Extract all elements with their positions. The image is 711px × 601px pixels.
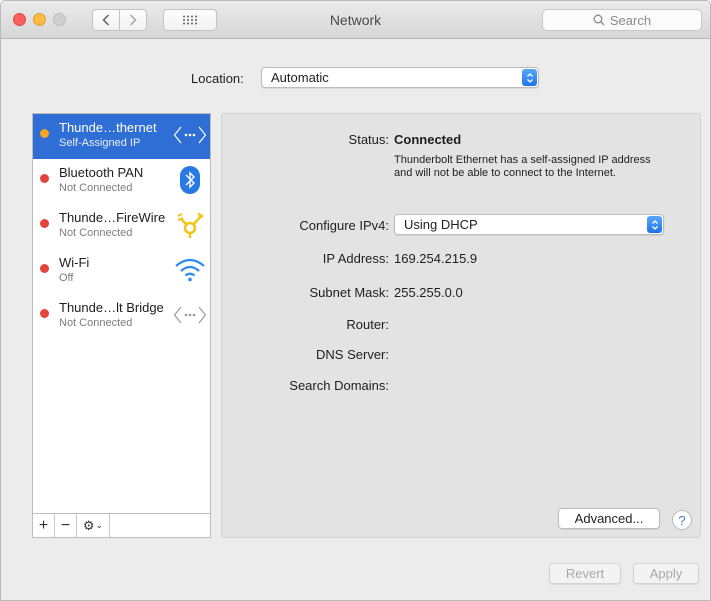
service-item-thunderbolt-bridge[interactable]: Thunde…lt Bridge Not Connected bbox=[33, 294, 210, 339]
apply-button[interactable]: Apply bbox=[633, 563, 699, 584]
service-name: Bluetooth PAN bbox=[59, 165, 144, 180]
title-bar: Network Search bbox=[1, 1, 710, 39]
action-menu-button[interactable]: ⚙ ⌄ bbox=[77, 514, 110, 537]
service-status: Not Connected bbox=[59, 317, 133, 329]
popup-arrows-icon bbox=[647, 216, 662, 233]
status-dot-icon bbox=[40, 219, 49, 228]
service-name: Wi-Fi bbox=[59, 255, 90, 270]
status-dot-icon bbox=[40, 309, 49, 318]
service-name: Thunde…FireWire bbox=[59, 210, 166, 225]
service-detail-pane: Status: Connected Thunderbolt Ethernet h… bbox=[221, 113, 701, 538]
bluetooth-icon bbox=[173, 165, 207, 195]
ip-address-label: IP Address: bbox=[322, 251, 389, 266]
ethernet-icon bbox=[173, 120, 207, 150]
service-list: Thunde…thernet Self-Assigned IP Bluetoot… bbox=[32, 113, 211, 514]
forward-button[interactable] bbox=[119, 9, 147, 31]
help-button[interactable]: ? bbox=[672, 510, 692, 530]
back-button[interactable] bbox=[92, 9, 120, 31]
firewire-icon bbox=[173, 210, 207, 240]
ip-address-value: 169.254.215.9 bbox=[394, 251, 478, 266]
search-field[interactable]: Search bbox=[542, 9, 702, 31]
service-status: Not Connected bbox=[59, 227, 133, 239]
service-status: Not Connected bbox=[59, 182, 133, 194]
search-icon bbox=[593, 14, 605, 26]
popup-arrows-icon bbox=[522, 69, 537, 86]
configure-ipv4-label: Configure IPv4: bbox=[299, 218, 389, 233]
search-placeholder: Search bbox=[609, 12, 652, 28]
chevron-left-icon bbox=[102, 14, 110, 26]
service-name: Thunde…thernet bbox=[59, 120, 157, 135]
configure-ipv4-value: Using DHCP bbox=[404, 217, 478, 232]
service-item-bluetooth-pan[interactable]: Bluetooth PAN Not Connected bbox=[33, 159, 210, 204]
status-dot-icon bbox=[40, 264, 49, 273]
location-label: Location: bbox=[191, 71, 244, 86]
service-name: Thunde…lt Bridge bbox=[59, 300, 164, 315]
subnet-mask-label: Subnet Mask: bbox=[309, 285, 390, 300]
add-service-button[interactable]: + bbox=[33, 514, 55, 537]
service-item-wifi[interactable]: Wi-Fi Off bbox=[33, 249, 210, 294]
show-all-button[interactable] bbox=[163, 9, 217, 31]
grid-icon bbox=[183, 15, 197, 25]
minimize-window-button[interactable] bbox=[33, 13, 46, 26]
router-label: Router: bbox=[346, 317, 389, 332]
bridge-icon bbox=[173, 300, 207, 330]
service-item-thunderbolt-firewire[interactable]: Thunde…FireWire Not Connected bbox=[33, 204, 210, 249]
service-status: Self-Assigned IP bbox=[59, 137, 141, 149]
location-value: Automatic bbox=[271, 70, 329, 85]
status-dot-icon bbox=[40, 129, 49, 138]
zoom-window-button[interactable] bbox=[53, 13, 66, 26]
chevron-right-icon bbox=[129, 14, 137, 26]
remove-service-button[interactable]: − bbox=[55, 514, 77, 537]
chevron-down-icon: ⌄ bbox=[95, 520, 104, 530]
location-popup[interactable]: Automatic bbox=[261, 67, 539, 88]
wifi-icon bbox=[173, 255, 207, 285]
close-window-button[interactable] bbox=[13, 13, 26, 26]
advanced-button[interactable]: Advanced... bbox=[558, 508, 660, 529]
gear-icon: ⚙ bbox=[82, 517, 95, 533]
service-list-toolbar: + − ⚙ ⌄ bbox=[32, 514, 211, 538]
status-label: Status: bbox=[348, 132, 389, 147]
configure-ipv4-popup[interactable]: Using DHCP bbox=[394, 214, 664, 235]
status-value: Connected bbox=[394, 132, 462, 147]
subnet-mask-value: 255.255.0.0 bbox=[394, 285, 463, 300]
service-item-thunderbolt-ethernet[interactable]: Thunde…thernet Self-Assigned IP bbox=[33, 114, 210, 159]
revert-button[interactable]: Revert bbox=[549, 563, 621, 584]
status-dot-icon bbox=[40, 174, 49, 183]
status-description: Thunderbolt Ethernet has a self-assigned… bbox=[394, 154, 651, 179]
search-domains-label: Search Domains: bbox=[289, 378, 389, 393]
service-status: Off bbox=[59, 272, 74, 284]
network-window: Network Search Location: Automatic Thund… bbox=[0, 0, 711, 601]
dns-server-label: DNS Server: bbox=[316, 347, 389, 362]
